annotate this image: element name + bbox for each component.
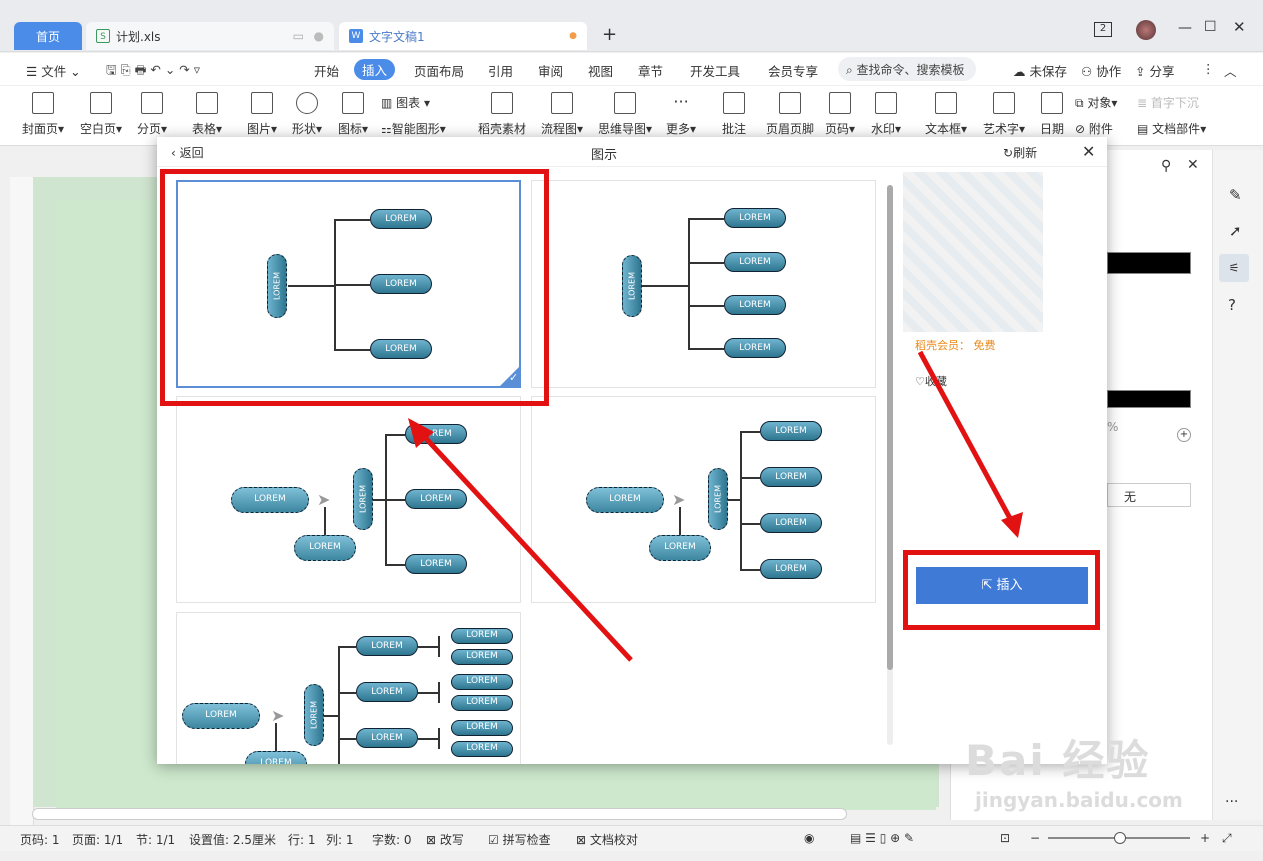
wps-window: 首页 S 计划.xls ▭ ● W 文字文稿1 ● + 2 — ☐ ✕ ☰ 文件…: [0, 0, 1263, 861]
arrow-to-insert: [917, 350, 1015, 524]
watermark-brand: Bai 经验: [965, 736, 1151, 785]
arrowhead: [1001, 512, 1023, 538]
watermark-url: jingyan.baidu.com: [975, 788, 1183, 812]
arrow-to-template: [418, 430, 633, 662]
baidu-watermark: Bai 经验 jingyan.baidu.com: [965, 727, 1205, 827]
